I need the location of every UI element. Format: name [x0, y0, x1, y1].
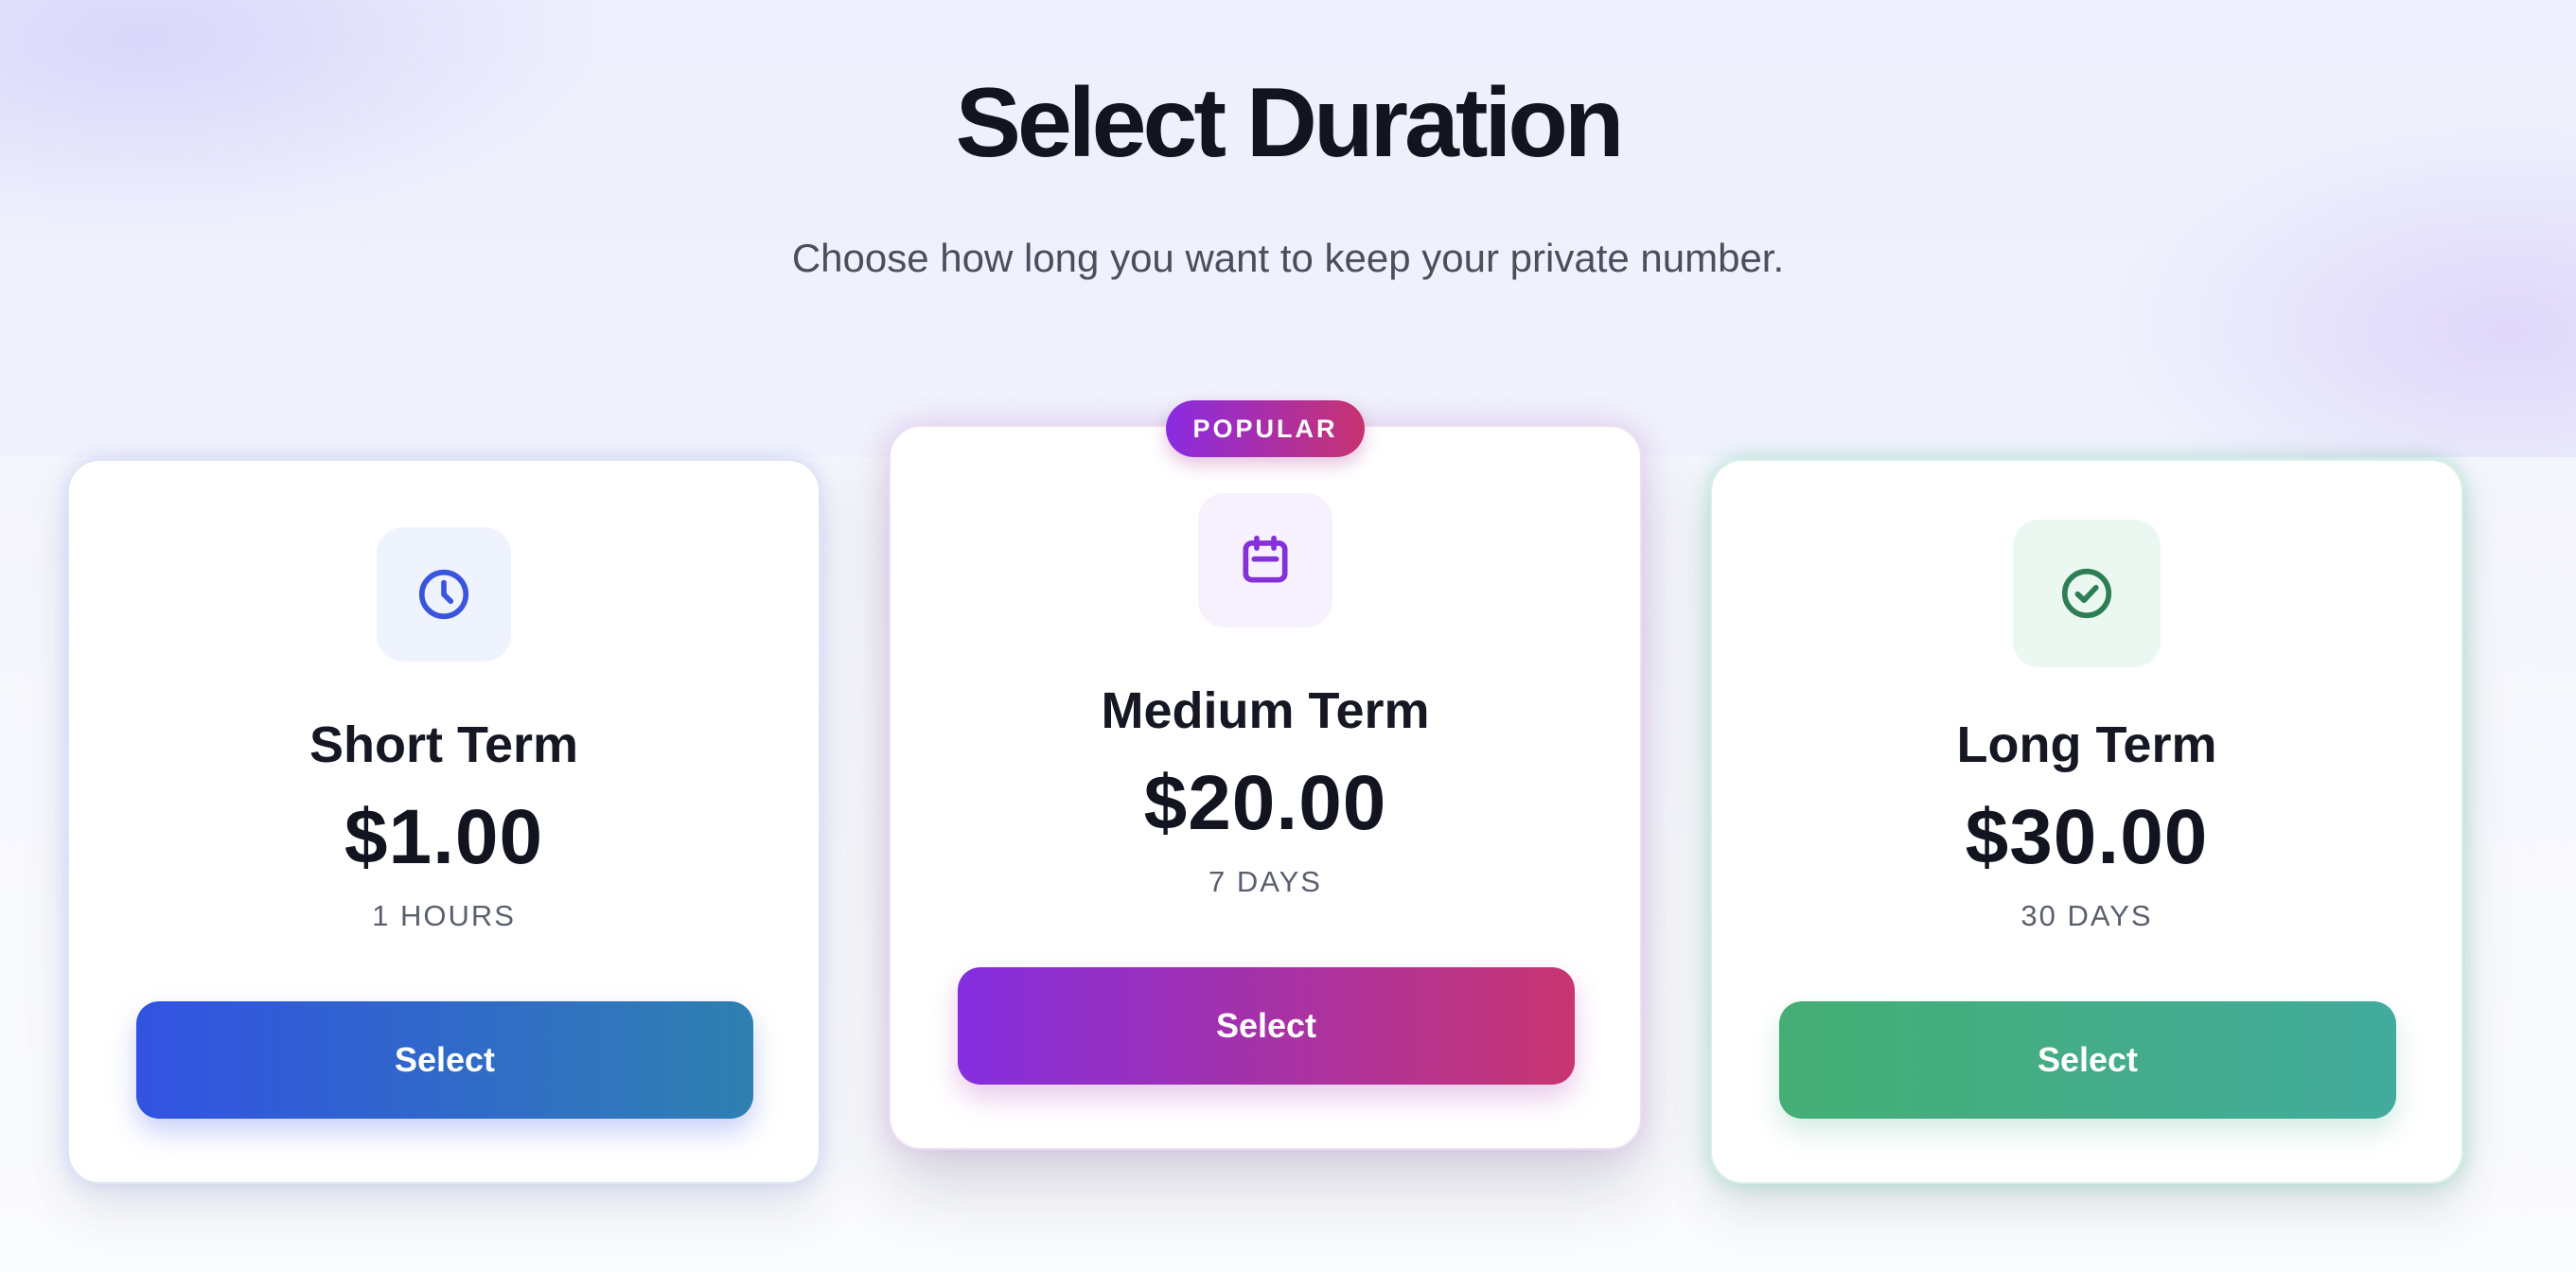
plan-duration: 1 HOURS	[372, 899, 516, 932]
calendar-icon	[1198, 493, 1332, 627]
plan-duration: 30 DAYS	[2020, 899, 2153, 932]
plan-price: $1.00	[344, 794, 544, 880]
plan-price: $30.00	[1965, 794, 2209, 880]
plan-card-long-term: Long Term $30.00 30 DAYS Select	[1710, 459, 2463, 1184]
page-title: Select Duration	[955, 68, 1625, 178]
popular-badge: POPULAR	[1166, 400, 1365, 457]
page-subtitle: Choose how long you want to keep your pr…	[791, 236, 1785, 280]
plan-title: Medium Term	[1101, 682, 1430, 739]
plan-price: $20.00	[1143, 760, 1387, 846]
plan-title: Long Term	[1956, 716, 2217, 773]
check-circle-icon	[2013, 520, 2161, 667]
plan-duration: 7 DAYS	[1209, 865, 1322, 898]
plan-card-short-term: Short Term $1.00 1 HOURS Select	[67, 459, 820, 1184]
select-medium-term-button[interactable]: Select	[958, 967, 1575, 1085]
select-long-term-button[interactable]: Select	[1779, 1001, 2396, 1119]
plan-title: Short Term	[309, 716, 579, 773]
select-short-term-button[interactable]: Select	[136, 1001, 753, 1119]
plan-card-medium-term: Medium Term $20.00 7 DAYS Select	[889, 425, 1642, 1150]
clock-icon	[377, 527, 511, 662]
